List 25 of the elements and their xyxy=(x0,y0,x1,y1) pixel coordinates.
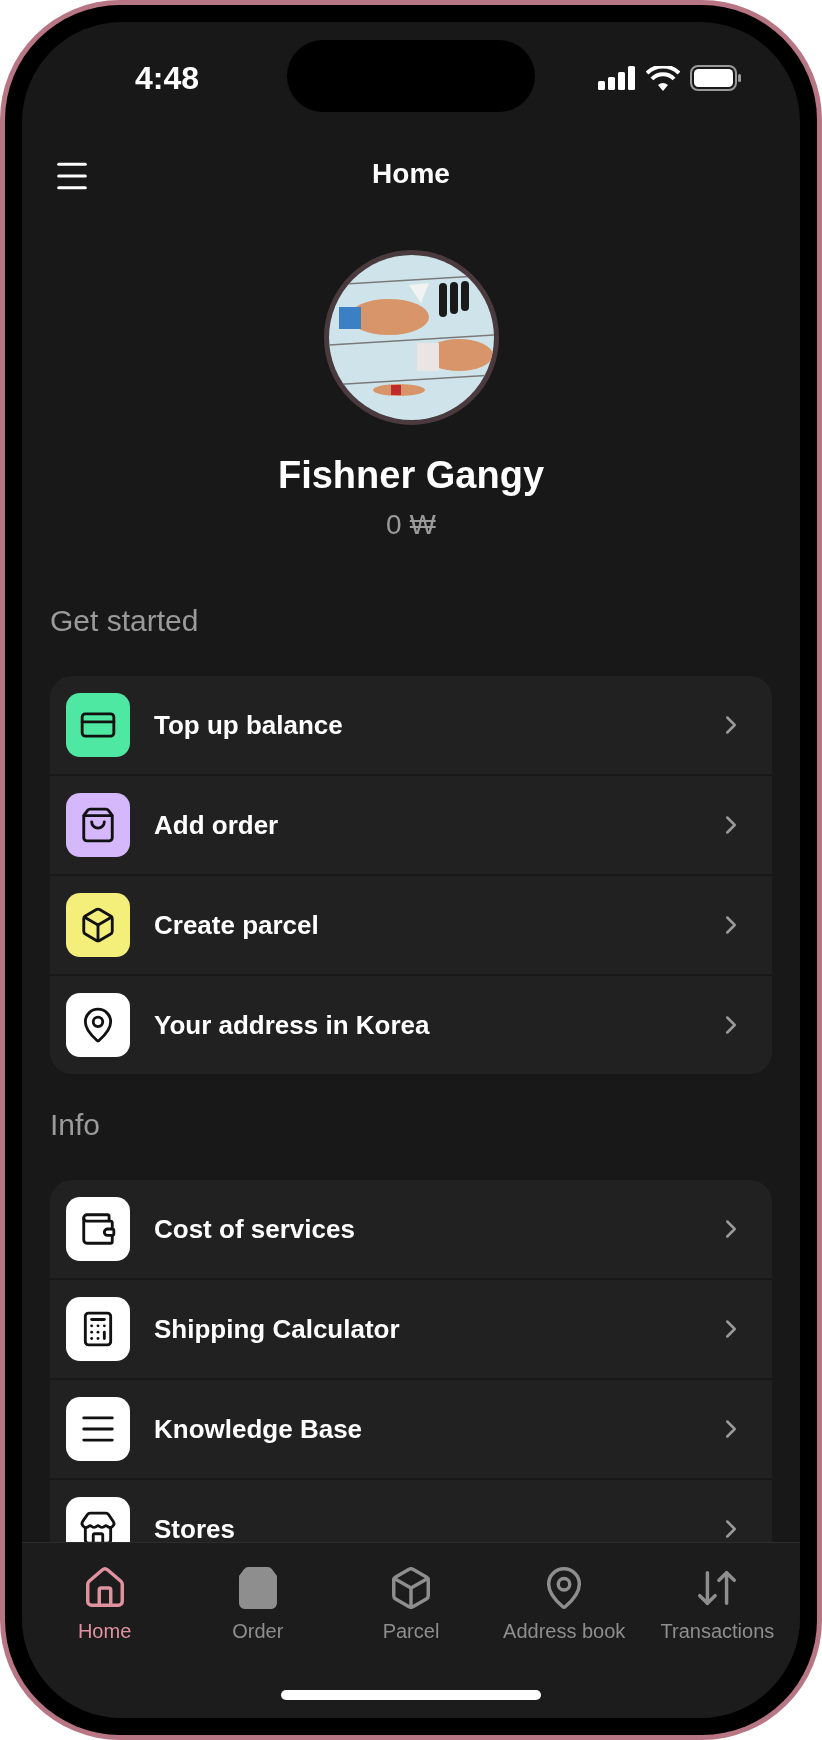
menu-row[interactable]: Your address in Korea xyxy=(50,976,772,1074)
page-title: Home xyxy=(372,157,450,191)
user-name: Fishner Gangy xyxy=(277,453,545,498)
menu-row[interactable]: Top up balance xyxy=(50,676,772,774)
section-title: Info xyxy=(50,1107,102,1143)
shopping-bag-icon xyxy=(79,806,117,844)
signal-icon xyxy=(598,66,636,90)
cube-icon xyxy=(79,906,117,944)
menu-row[interactable]: Create parcel xyxy=(50,876,772,974)
battery-icon xyxy=(690,65,742,91)
balance-amount: 0 ₩ xyxy=(386,508,436,542)
tab-item[interactable]: Parcel xyxy=(334,1565,488,1643)
tab-item[interactable]: Home xyxy=(28,1565,182,1643)
menu-row[interactable]: Shipping Calculator xyxy=(50,1280,772,1378)
menu-row[interactable]: Knowledge Base xyxy=(50,1380,772,1478)
status-time: 4:48 xyxy=(133,59,200,98)
tab-item[interactable]: Order xyxy=(181,1565,335,1643)
menu-row[interactable]: Stores xyxy=(50,1480,772,1542)
tab-item[interactable]: Transactions xyxy=(640,1565,794,1643)
tab-item[interactable]: Address book xyxy=(487,1565,641,1643)
wifi-icon xyxy=(646,65,680,91)
menu-row[interactable]: Cost of services xyxy=(50,1180,772,1278)
menu-row[interactable]: Add order xyxy=(50,776,772,874)
section-title: Get started xyxy=(50,603,200,639)
wallet-icon xyxy=(79,1210,117,1248)
